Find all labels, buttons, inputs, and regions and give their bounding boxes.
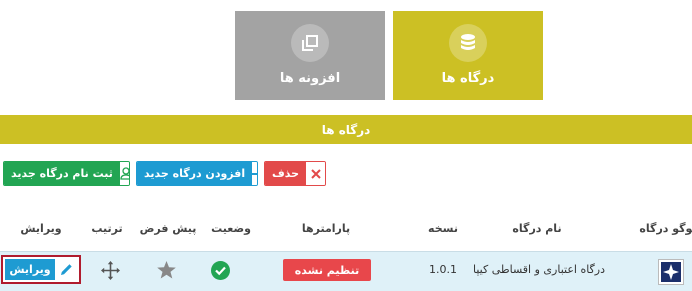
star-icon[interactable] (157, 261, 176, 283)
header-order: ترتیب (91, 222, 123, 235)
edit-button[interactable]: ویرایش (1, 255, 81, 284)
gateway-logo (658, 259, 684, 285)
edit-button-label: ویرایش (5, 259, 55, 280)
header-logo: لوگو درگاه (639, 222, 692, 235)
status-active-icon[interactable] (211, 261, 230, 284)
add-gateway-button[interactable]: افزودن درگاه جدید (136, 161, 258, 186)
params-button[interactable]: تنظیم نشده (283, 259, 371, 281)
database-icon (449, 24, 487, 62)
header-status: وضعیت (211, 222, 251, 235)
delete-button-label: حذف (265, 162, 307, 185)
copy-icon (291, 24, 329, 62)
tile-gateways[interactable]: درگاه ها (393, 11, 543, 100)
user-icon (119, 162, 129, 185)
move-icon[interactable] (101, 261, 120, 284)
header-params: پارامترها (301, 222, 351, 235)
add-gateway-button-label: افزودن درگاه جدید (137, 162, 253, 185)
gateway-name: درگاه اعتباری و اقساطی کیپا (472, 263, 606, 276)
section-title: درگاه ها (321, 122, 371, 137)
header-name: نام درگاه (512, 222, 562, 235)
header-edit: ویرایش (20, 222, 62, 235)
header-version: نسخه (428, 222, 458, 235)
delete-button[interactable]: حذف (264, 161, 326, 186)
register-gateway-button-label: ثبت نام درگاه جدید (4, 162, 120, 185)
tile-plugins[interactable]: افزونه ها (235, 11, 385, 100)
tile-gateways-label: درگاه ها (441, 71, 495, 86)
gateway-version: 1.0.1 (429, 263, 457, 276)
pencil-icon (55, 259, 77, 280)
register-gateway-button[interactable]: ثبت نام درگاه جدید (3, 161, 130, 186)
tile-plugins-label: افزونه ها (279, 71, 341, 86)
header-default: پیش فرض (139, 222, 197, 235)
params-button-label: تنظیم نشده (294, 263, 360, 277)
section-title-bar: درگاه ها (0, 115, 692, 144)
plus-icon (252, 162, 257, 185)
close-icon (306, 162, 325, 185)
